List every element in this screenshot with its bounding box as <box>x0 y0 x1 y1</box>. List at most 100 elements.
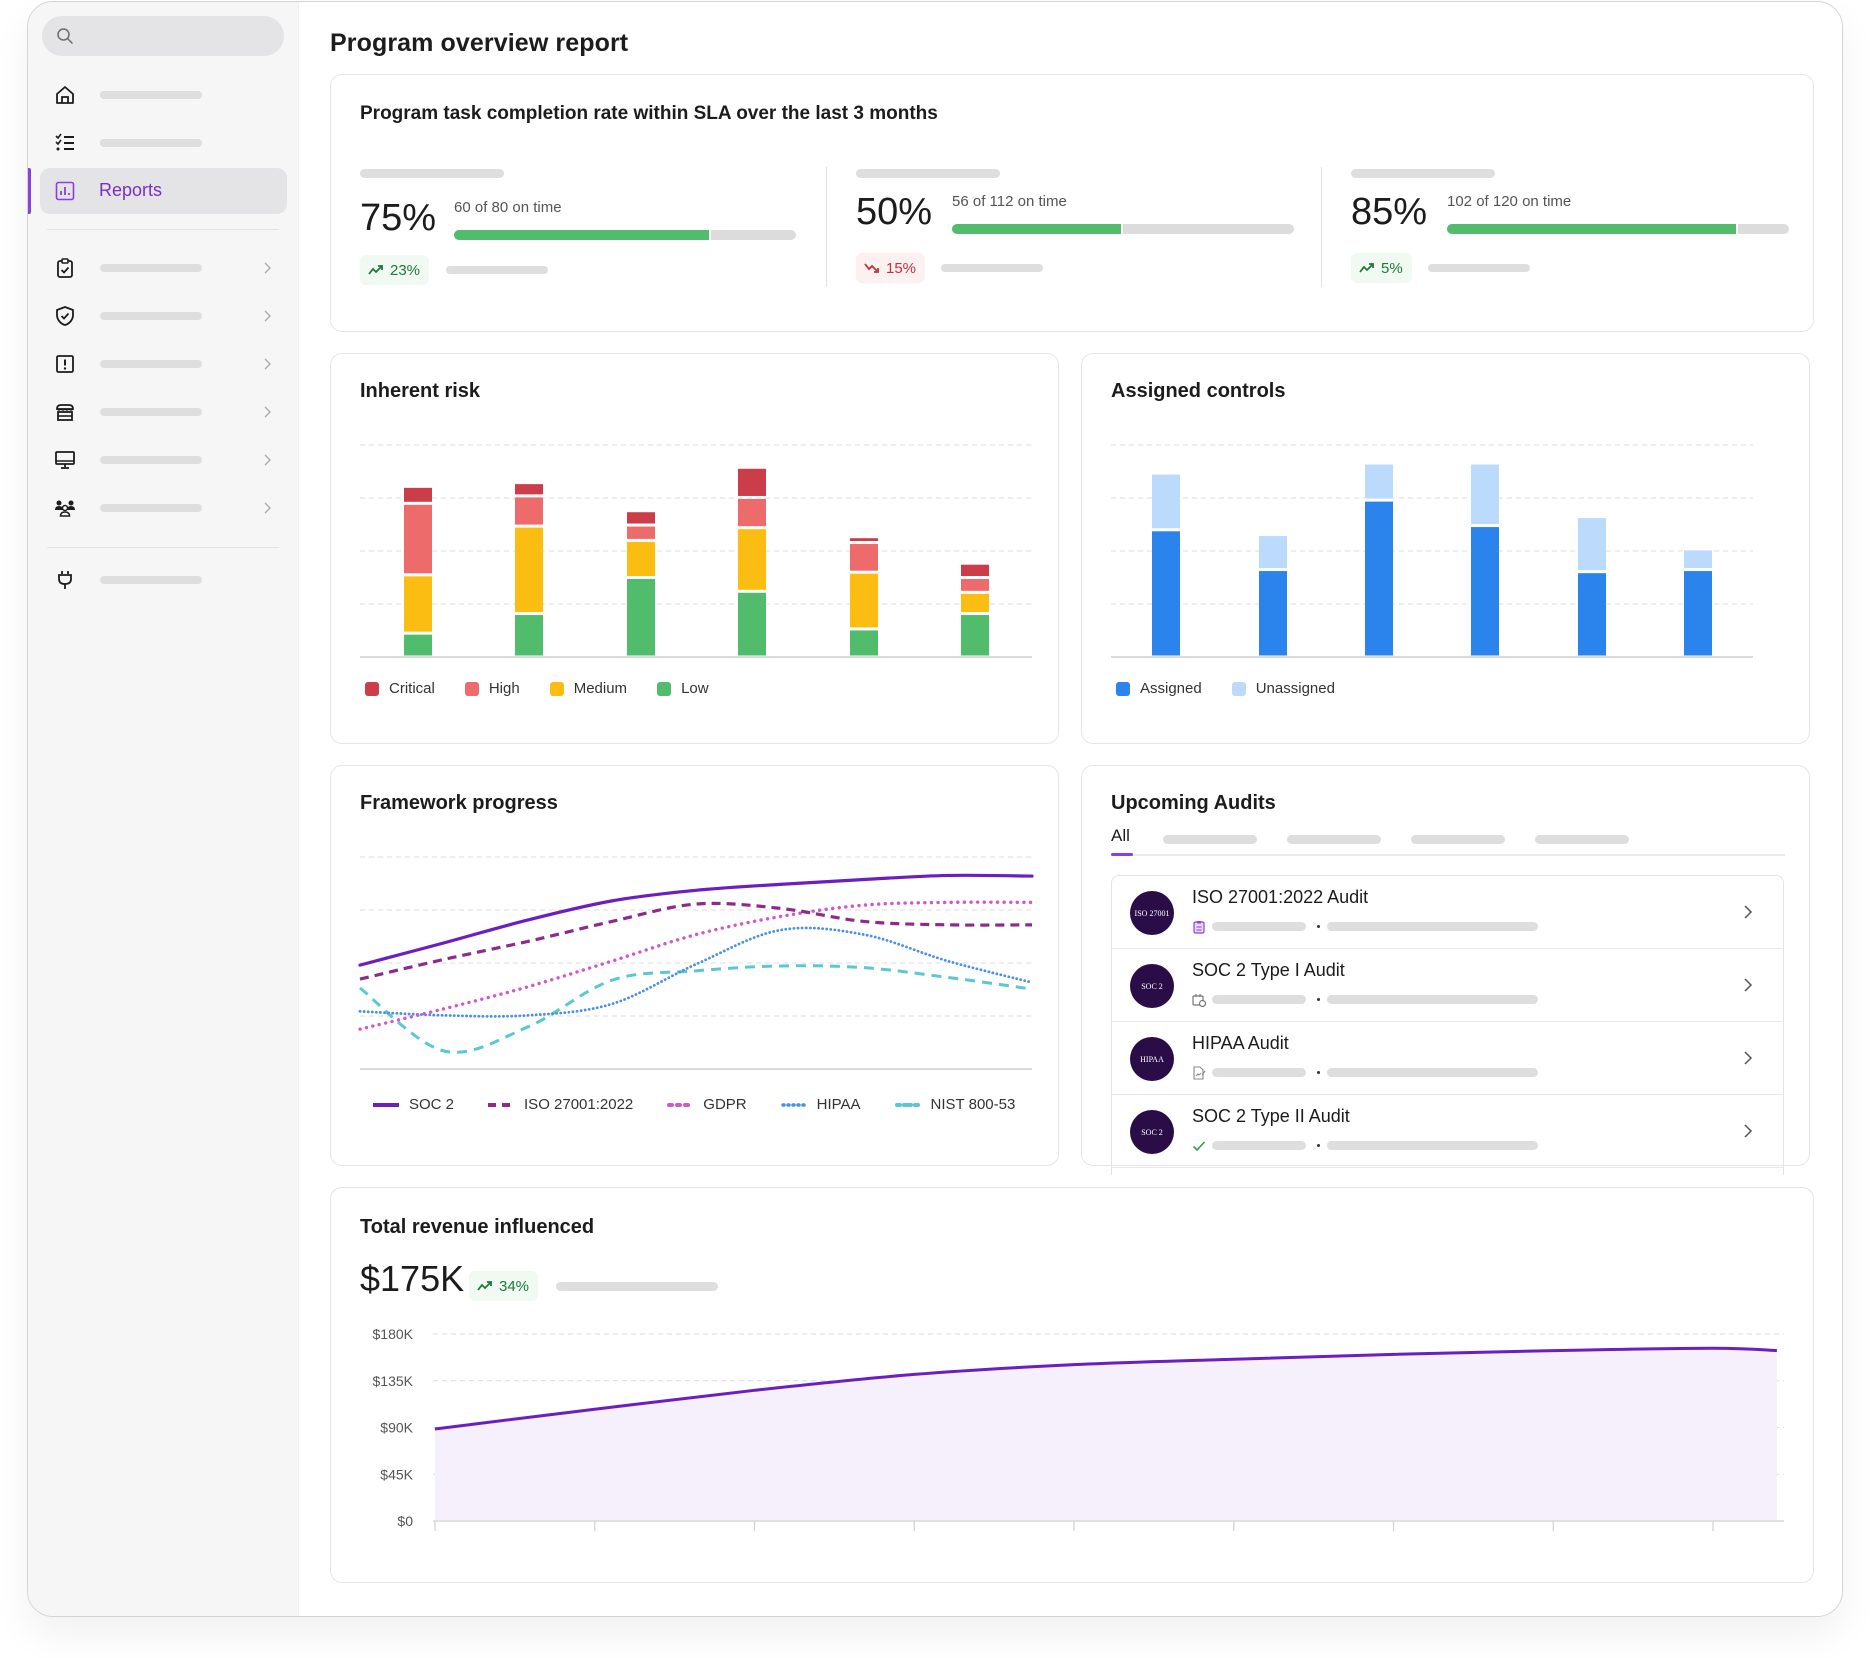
sidebar-item-label <box>100 504 202 512</box>
sidebar-item-integrations[interactable] <box>40 557 287 603</box>
bar-critical-3[interactable] <box>627 512 655 524</box>
trend-badge: 23% <box>360 255 430 285</box>
bar-low-6[interactable] <box>961 615 989 656</box>
revenue-area <box>435 1348 1777 1521</box>
legend-line <box>373 1102 399 1107</box>
bar-assigned-2[interactable] <box>1259 571 1287 656</box>
bar-high-2[interactable] <box>515 497 543 525</box>
sidebar-item-controls[interactable] <box>40 293 287 339</box>
kpi-divider <box>826 167 827 287</box>
active-indicator <box>28 168 31 214</box>
sidebar-item-label <box>100 360 202 368</box>
bar-assigned-6[interactable] <box>1684 571 1712 656</box>
bar-low-5[interactable] <box>850 630 878 656</box>
kpi-detail: 102 of 120 on time <box>1447 193 1572 210</box>
app-window: Reports Program overview report Program … <box>27 1 1843 1617</box>
hipaa-logo-icon: HIPAA <box>1130 1037 1174 1081</box>
audit-meta-placeholder <box>1212 1068 1306 1077</box>
audit-item[interactable]: SOC 2 SOC 2 Type I Audit <box>1112 949 1783 1022</box>
kpi-progress-bar <box>952 224 1294 234</box>
bar-critical-6[interactable] <box>961 564 989 576</box>
bar-high-1[interactable] <box>404 504 432 574</box>
bar-high-3[interactable] <box>627 526 655 539</box>
tab-all[interactable]: All <box>1111 826 1130 846</box>
series-line-soc-2[interactable] <box>358 873 1034 967</box>
sidebar-item-home[interactable] <box>40 72 287 118</box>
bar-unassigned-5[interactable] <box>1578 518 1606 571</box>
bar-unassigned-4[interactable] <box>1471 464 1499 525</box>
sidebar-item-label <box>100 312 202 320</box>
search-input[interactable] <box>42 16 284 56</box>
bar-critical-4[interactable] <box>738 468 766 496</box>
sidebar-item-tasks[interactable] <box>40 120 287 166</box>
legend-swatch <box>1116 681 1130 696</box>
chevron-right-icon <box>264 454 271 466</box>
bar-unassigned-2[interactable] <box>1259 536 1287 569</box>
bar-high-6[interactable] <box>961 579 989 591</box>
kpi-label-placeholder <box>360 169 504 178</box>
kpi-progress-fill <box>952 224 1123 234</box>
audit-item[interactable]: ISO 27001 ISO 27001:2022 Audit <box>1112 876 1783 949</box>
assigned-controls-chart <box>1111 444 1753 658</box>
bar-high-5[interactable] <box>850 544 878 571</box>
calendar-clock-icon <box>1192 994 1206 1007</box>
bar-assigned-4[interactable] <box>1471 527 1499 656</box>
bar-medium-2[interactable] <box>515 527 543 613</box>
iso-logo-icon: ISO 27001 <box>1130 891 1174 935</box>
legend-line <box>667 1102 694 1107</box>
bar-unassigned-6[interactable] <box>1684 550 1712 569</box>
audit-item[interactable]: HIPAA HIPAA Audit <box>1112 1022 1783 1095</box>
sidebar-divider <box>47 229 279 230</box>
chevron-right-icon <box>1744 978 1753 992</box>
tab-placeholder[interactable] <box>1163 835 1257 844</box>
bar-critical-5[interactable] <box>850 538 878 542</box>
sidebar-item-reports[interactable]: Reports <box>40 168 287 214</box>
series-line-iso-27001-2022[interactable] <box>359 901 1033 981</box>
y-tick-label: $135K <box>373 1373 414 1389</box>
series-line-nist-800-53[interactable] <box>359 964 1033 1054</box>
bar-medium-3[interactable] <box>627 541 655 576</box>
bar-assigned-1[interactable] <box>1152 531 1180 656</box>
bar-low-1[interactable] <box>404 634 432 656</box>
bar-medium-4[interactable] <box>738 529 766 590</box>
bar-critical-2[interactable] <box>515 484 543 495</box>
bar-low-3[interactable] <box>627 579 655 656</box>
bar-unassigned-3[interactable] <box>1365 464 1393 499</box>
sidebar-item-label <box>100 408 202 416</box>
sidebar-divider <box>47 547 279 548</box>
bar-unassigned-1[interactable] <box>1152 474 1180 529</box>
tab-placeholder[interactable] <box>1411 835 1505 844</box>
check-icon <box>1192 1141 1206 1152</box>
audit-meta-placeholder <box>1327 922 1538 931</box>
bar-low-2[interactable] <box>515 615 543 656</box>
legend-item-high: High <box>464 680 520 697</box>
sidebar-item-risks[interactable] <box>40 341 287 387</box>
legend-label: GDPR <box>703 1096 747 1113</box>
kpi-progress-bar <box>454 230 796 240</box>
sidebar-item-vendors[interactable] <box>40 389 287 435</box>
inherent-risk-legend: Critical High Medium Low <box>365 680 739 697</box>
legend-label: ISO 27001:2022 <box>524 1096 634 1113</box>
bar-medium-1[interactable] <box>404 576 432 632</box>
tab-placeholder[interactable] <box>1287 835 1381 844</box>
bar-assigned-3[interactable] <box>1365 501 1393 656</box>
bar-medium-5[interactable] <box>850 573 878 628</box>
kpi-percent: 85% <box>1351 191 1428 233</box>
bar-high-4[interactable] <box>738 498 766 527</box>
trend-up-icon <box>1359 263 1374 273</box>
bar-assigned-5[interactable] <box>1578 573 1606 656</box>
legend-swatch <box>657 681 672 696</box>
kpi-progress-fill <box>1447 224 1738 234</box>
tab-placeholder[interactable] <box>1535 835 1629 844</box>
sidebar-item-audits[interactable] <box>40 245 287 291</box>
sidebar-item-people[interactable] <box>40 485 287 531</box>
audit-item[interactable]: SOC 2 SOC 2 Type II Audit <box>1112 1095 1783 1168</box>
bar-low-4[interactable] <box>738 592 766 656</box>
bar-medium-6[interactable] <box>961 593 989 613</box>
audit-meta-placeholder <box>1212 1141 1306 1150</box>
series-line-gdpr[interactable] <box>358 900 1034 1031</box>
plug-icon <box>58 571 72 589</box>
sidebar-item-assets[interactable] <box>40 437 287 483</box>
card-title: Framework progress <box>360 792 558 814</box>
bar-critical-1[interactable] <box>404 487 432 502</box>
